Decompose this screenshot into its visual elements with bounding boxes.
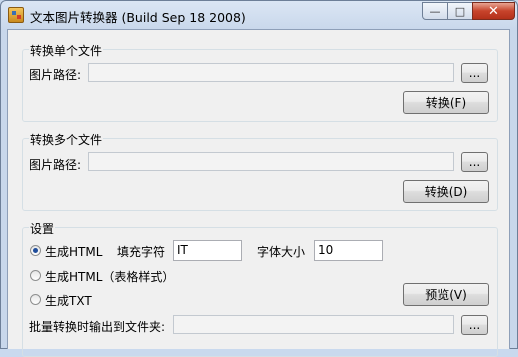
font-size-input[interactable]: 10 (314, 240, 383, 261)
single-path-label: 图片路径: (29, 68, 82, 82)
radio-txt-label[interactable]: 生成TXT (45, 292, 92, 309)
settings-group-label: 设置 (29, 220, 56, 237)
single-browse-button[interactable]: ... (461, 63, 488, 83)
minimize-button[interactable]: — (422, 2, 448, 20)
radio-html[interactable] (30, 245, 41, 256)
close-button[interactable]: ✕ (472, 2, 515, 20)
multi-path-label: 图片路径: (29, 158, 82, 172)
output-folder-label: 批量转换时输出到文件夹: (29, 320, 166, 334)
single-file-group-label: 转换单个文件 (29, 42, 104, 59)
radio-html-label[interactable]: 生成HTML (45, 243, 102, 260)
app-icon (8, 7, 24, 23)
preview-button[interactable]: 预览(V) (403, 283, 489, 306)
radio-txt[interactable] (30, 294, 41, 305)
convert-file-button[interactable]: 转换(F) (403, 91, 489, 114)
multi-path-input[interactable] (88, 152, 454, 171)
output-browse-button[interactable]: ... (461, 315, 488, 335)
single-path-input[interactable] (88, 63, 454, 82)
radio-html-table[interactable] (30, 270, 41, 281)
convert-directory-button[interactable]: 转换(D) (403, 180, 489, 203)
multi-browse-button[interactable]: ... (461, 152, 488, 172)
window-title: 文本图片转换器 (Build Sep 18 2008) (30, 10, 246, 25)
maximize-button[interactable]: □ (447, 2, 473, 20)
fill-char-input[interactable]: IT (173, 240, 242, 261)
multi-file-group-label: 转换多个文件 (29, 131, 104, 148)
font-size-label: 字体大小 (257, 245, 306, 259)
output-folder-input[interactable] (173, 315, 454, 334)
fill-char-label: 填充字符 (117, 245, 166, 259)
radio-html-table-label[interactable]: 生成HTML（表格样式） (45, 268, 174, 285)
title-bar[interactable]: 文本图片转换器 (Build Sep 18 2008) — □ ✕ (1, 1, 517, 29)
